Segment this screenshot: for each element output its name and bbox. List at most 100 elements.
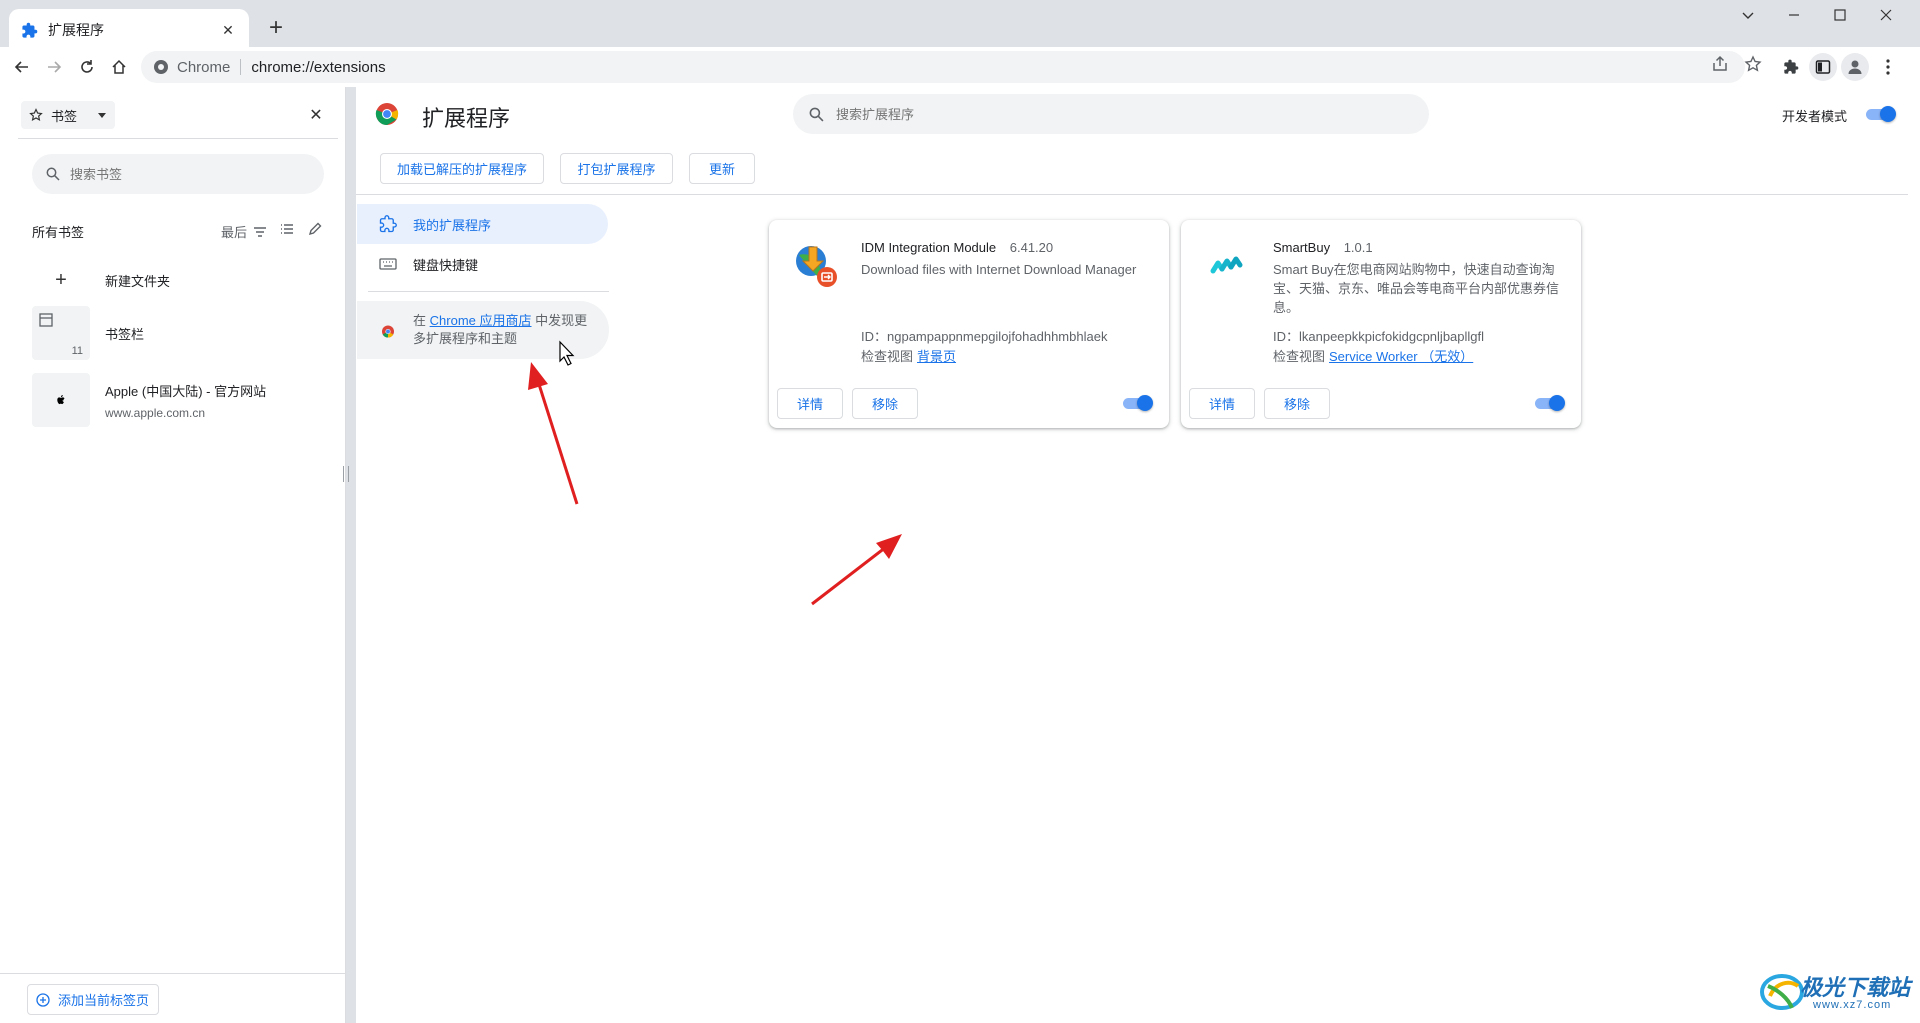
side-panel-selector-label: 书签: [51, 108, 78, 124]
search-icon: [809, 107, 824, 121]
update-button[interactable]: 更新: [689, 153, 755, 184]
bookmark-search-input[interactable]: [70, 166, 290, 182]
side-panel-icon[interactable]: [1809, 53, 1837, 81]
extension-id: ID：lkanpeepkkpicfokidgcpnljbapllgfl: [1273, 329, 1485, 344]
scrollbar[interactable]: [1908, 87, 1920, 1023]
list-view-icon[interactable]: [279, 221, 295, 237]
watermark-url: www.xz7.com: [1813, 999, 1892, 1011]
webstore-icon: [382, 325, 394, 338]
puzzle-icon: [379, 215, 397, 233]
side-panel-selector[interactable]: 书签: [21, 101, 115, 129]
new-folder-item[interactable]: + 新建文件夹: [32, 253, 332, 307]
add-current-tab-button[interactable]: 添加当前标签页: [27, 984, 159, 1015]
extension-search-input[interactable]: [836, 106, 1396, 122]
bookmark-item-apple[interactable]: Apple (中国大陆) - 官方网站 www.apple.com.cn: [32, 373, 332, 427]
extension-search-box[interactable]: [793, 94, 1429, 134]
star-icon[interactable]: [1744, 55, 1762, 73]
divider: [18, 138, 338, 139]
divider: [356, 194, 1908, 195]
window-close-icon[interactable]: [1863, 0, 1909, 30]
profile-icon[interactable]: [1841, 53, 1869, 81]
bookmarks-bar-label: 书签栏: [105, 326, 145, 342]
details-button[interactable]: 详情: [777, 388, 843, 419]
extension-card-idm: IDM Integration Module 6.41.20 Download …: [769, 220, 1169, 428]
bookmarks-side-panel: 书签 ✕ 所有书签 最后 + 新建文件夹 11 书签栏 Apple (中国大陆)…: [0, 87, 346, 1023]
extension-version: 1.0.1: [1343, 240, 1373, 255]
edit-pencil-icon[interactable]: [307, 221, 323, 237]
inspect-views: 检查视图 背景页: [861, 346, 956, 365]
forward-icon[interactable]: [38, 51, 70, 83]
all-bookmarks-label: 所有书签: [32, 225, 85, 240]
keyboard-icon: [379, 258, 397, 270]
extension-name: SmartBuy 1.0.1: [1273, 240, 1373, 255]
developer-mode-label: 开发者模式: [1782, 109, 1848, 124]
new-folder-label: 新建文件夹: [105, 273, 171, 289]
idm-logo-icon: [796, 246, 837, 287]
tab-extensions[interactable]: 扩展程序 ✕: [9, 9, 249, 51]
bookmarks-bar-folder[interactable]: 11 书签栏: [32, 306, 332, 360]
bookmark-count: 11: [71, 345, 83, 357]
inspect-views: 检查视图 Service Worker （无效）: [1273, 346, 1473, 365]
remove-button[interactable]: 移除: [1264, 388, 1330, 419]
extension-name: IDM Integration Module 6.41.20: [861, 240, 1053, 255]
chrome-site-icon: [154, 60, 168, 74]
omnibox-separator: [240, 59, 242, 75]
address-bar[interactable]: Chrome chrome://extensions: [141, 51, 1745, 83]
minimize-icon[interactable]: [1771, 0, 1817, 30]
tab-close-icon[interactable]: ✕: [219, 21, 237, 39]
add-circle-icon: [36, 992, 50, 1007]
home-icon[interactable]: [103, 51, 135, 83]
tab-search-icon[interactable]: [1725, 0, 1771, 30]
details-button[interactable]: 详情: [1189, 388, 1255, 419]
sort-button[interactable]: 最后: [221, 222, 267, 241]
remove-button[interactable]: 移除: [852, 388, 918, 419]
divider: [368, 291, 609, 292]
bookmark-search-box[interactable]: [32, 154, 324, 194]
page-title: 扩展程序: [422, 106, 511, 131]
nav-keyboard-shortcuts[interactable]: 键盘快捷键: [357, 244, 608, 284]
maximize-icon[interactable]: [1817, 0, 1863, 30]
pack-extension-button[interactable]: 打包扩展程序: [560, 153, 673, 184]
extension-description: Smart Buy在您电商网站购物中，快速自动查询淘宝、天猫、京东、唯品会等电商…: [1273, 262, 1560, 315]
reload-icon[interactable]: [71, 51, 103, 83]
share-icon[interactable]: [1711, 55, 1729, 73]
bookmark-url: www.apple.com.cn: [105, 405, 206, 420]
puzzle-icon: [22, 22, 38, 38]
developer-mode-toggle[interactable]: [1864, 106, 1896, 122]
side-panel-resize-handle[interactable]: [343, 466, 349, 482]
nav-my-extensions-label: 我的扩展程序: [413, 217, 492, 233]
webstore-promo[interactable]: 在 Chrome 应用商店 中发现更多扩展程序和主题: [357, 301, 609, 359]
inspect-view-link[interactable]: Service Worker （无效）: [1329, 349, 1473, 364]
extension-name-text: IDM Integration Module: [861, 240, 997, 255]
bookmark-title: Apple (中国大陆) - 官方网站: [105, 383, 267, 399]
filter-icon: [254, 226, 267, 237]
extension-description: Download files with Internet Download Ma…: [861, 262, 1137, 277]
nav-my-extensions[interactable]: 我的扩展程序: [357, 204, 608, 244]
sort-label: 最后: [221, 225, 248, 240]
extension-enable-toggle[interactable]: [1533, 395, 1565, 411]
inspect-views-label: 检查视图: [1273, 349, 1326, 364]
extension-version: 6.41.20: [1009, 240, 1054, 255]
extension-id: ID：ngpampappnmepgilojfohadhhmbhlaek: [861, 329, 1108, 344]
extension-card-smartbuy: SmartBuy 1.0.1 Smart Buy在您电商网站购物中，快速自动查询…: [1181, 220, 1581, 428]
extension-name-text: SmartBuy: [1273, 240, 1331, 255]
extensions-puzzle-icon[interactable]: [1777, 53, 1805, 81]
browser-toolbar: Chrome chrome://extensions: [0, 47, 1920, 87]
folder-tile: 11: [32, 306, 90, 360]
caret-down-icon: [98, 113, 106, 118]
new-tab-icon[interactable]: +: [262, 14, 290, 42]
side-panel-close-icon[interactable]: ✕: [304, 103, 328, 127]
load-unpacked-button[interactable]: 加载已解压的扩展程序: [380, 153, 544, 184]
add-current-tab-label: 添加当前标签页: [58, 993, 150, 1008]
back-icon[interactable]: [6, 51, 38, 83]
nav-keyboard-shortcuts-label: 键盘快捷键: [413, 257, 479, 273]
menu-kebab-icon[interactable]: [1874, 53, 1902, 81]
chrome-logo-icon: [375, 103, 399, 125]
watermark-title: 极光下载站: [1800, 975, 1911, 1000]
webstore-link[interactable]: Chrome 应用商店: [430, 313, 532, 328]
tab-strip: 扩展程序 ✕ +: [0, 0, 1920, 51]
extension-enable-toggle[interactable]: [1121, 395, 1153, 411]
inspect-view-link[interactable]: 背景页: [917, 349, 956, 364]
extensions-page: 扩展程序 开发者模式 加载已解压的扩展程序 打包扩展程序 更新 我的扩展程序 键…: [356, 87, 1908, 1023]
inspect-views-label: 检查视图: [861, 349, 914, 364]
